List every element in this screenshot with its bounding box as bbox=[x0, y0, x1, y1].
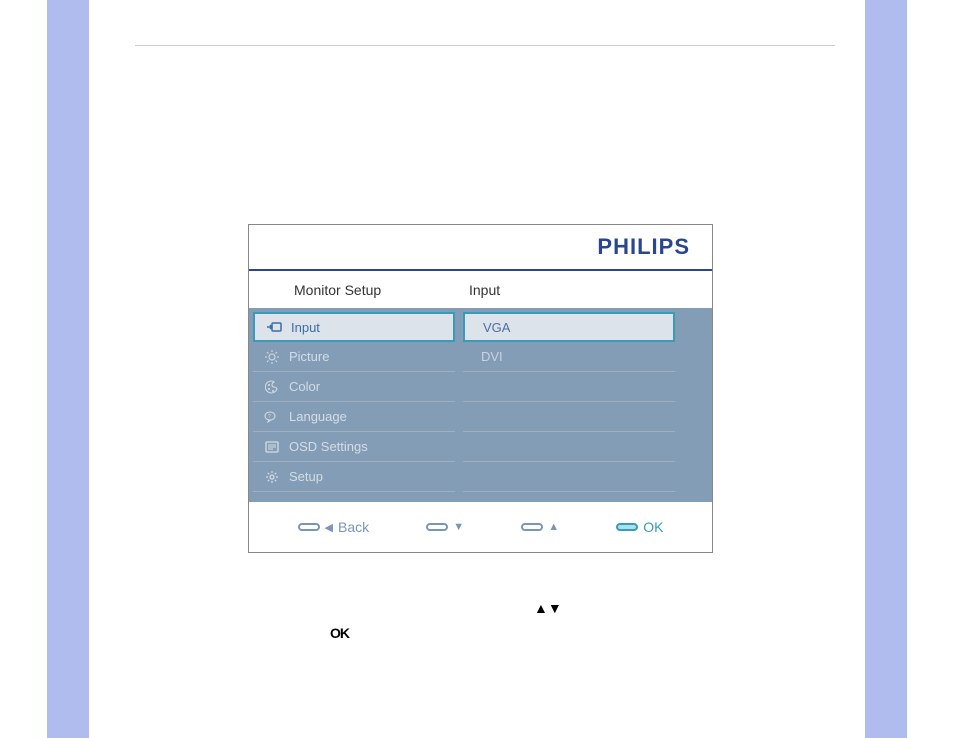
ok-button[interactable]: OK bbox=[616, 519, 663, 535]
submenu-item-dvi[interactable]: DVI bbox=[463, 342, 675, 372]
submenu-item-empty bbox=[463, 462, 675, 492]
submenu-item-label: DVI bbox=[481, 349, 503, 364]
submenu-item-empty bbox=[463, 402, 675, 432]
main-menu-column: Input Picture Color ? Language bbox=[249, 308, 459, 502]
svg-text:?: ? bbox=[268, 414, 271, 420]
back-button[interactable]: ◀ Back bbox=[298, 519, 370, 535]
down-button[interactable]: ▼ bbox=[426, 521, 464, 533]
left-arrow-icon: ◀ bbox=[325, 521, 333, 534]
ok-label: OK bbox=[643, 519, 663, 535]
pill-icon bbox=[298, 523, 320, 531]
instruction-arrows: ▲▼ bbox=[534, 600, 562, 616]
gear-icon bbox=[261, 470, 283, 484]
up-arrow-icon: ▲ bbox=[548, 521, 559, 533]
menu-item-picture[interactable]: Picture bbox=[253, 342, 455, 372]
column-header-right: Input bbox=[454, 282, 674, 298]
menu-item-label: Picture bbox=[289, 349, 329, 364]
up-button[interactable]: ▲ bbox=[521, 521, 559, 533]
language-icon: ? bbox=[261, 411, 283, 423]
brand-logo: PHILIPS bbox=[597, 234, 690, 260]
osd-body: Input Picture Color ? Language bbox=[249, 308, 712, 502]
menu-item-input[interactable]: Input bbox=[253, 312, 455, 342]
menu-item-label: Setup bbox=[289, 469, 323, 484]
down-arrow-icon: ▼ bbox=[453, 521, 464, 533]
doc-sidebar-left bbox=[47, 0, 89, 738]
submenu-item-vga[interactable]: VGA bbox=[463, 312, 675, 342]
menu-item-label: OSD Settings bbox=[289, 439, 368, 454]
brightness-icon bbox=[261, 350, 283, 364]
color-icon bbox=[261, 380, 283, 394]
input-icon bbox=[263, 321, 285, 333]
menu-item-osd-settings[interactable]: OSD Settings bbox=[253, 432, 455, 462]
menu-item-label: Input bbox=[291, 320, 320, 335]
osd-column-headers: Monitor Setup Input bbox=[249, 271, 712, 308]
pill-icon bbox=[521, 523, 543, 531]
pill-icon bbox=[616, 523, 638, 531]
osd-window: PHILIPS Monitor Setup Input Input Pictur… bbox=[248, 224, 713, 553]
menu-item-label: Language bbox=[289, 409, 347, 424]
menu-item-label: Color bbox=[289, 379, 320, 394]
pill-icon bbox=[426, 523, 448, 531]
sub-menu-column: VGA DVI bbox=[459, 308, 679, 502]
menu-item-language[interactable]: ? Language bbox=[253, 402, 455, 432]
doc-sidebar-right bbox=[865, 0, 907, 738]
back-label: Back bbox=[338, 519, 369, 535]
osd-footer: ◀ Back ▼ ▲ OK bbox=[249, 502, 712, 552]
submenu-item-empty bbox=[463, 372, 675, 402]
osd-icon bbox=[261, 441, 283, 453]
instruction-ok: OK bbox=[330, 625, 349, 641]
submenu-item-empty bbox=[463, 432, 675, 462]
menu-item-setup[interactable]: Setup bbox=[253, 462, 455, 492]
menu-item-color[interactable]: Color bbox=[253, 372, 455, 402]
column-header-left: Monitor Setup bbox=[249, 282, 454, 298]
divider-top bbox=[135, 45, 835, 46]
osd-header: PHILIPS bbox=[249, 225, 712, 271]
submenu-item-label: VGA bbox=[483, 320, 510, 335]
